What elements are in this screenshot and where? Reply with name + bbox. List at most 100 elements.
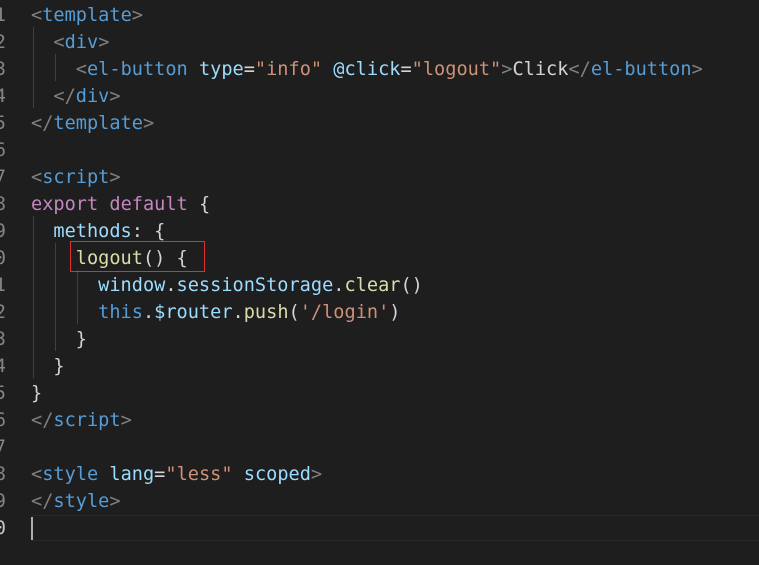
line-number: 0 xyxy=(0,518,6,539)
code-token: () xyxy=(400,275,423,296)
code-text[interactable]: <style lang="less" scoped> xyxy=(31,461,322,488)
code-text[interactable]: <el-button type="info" @click="logout">C… xyxy=(31,56,703,83)
code-line[interactable]: 9 </style> xyxy=(0,488,759,515)
code-token: type xyxy=(198,59,244,80)
code-token: style xyxy=(53,491,110,512)
line-number: 4 xyxy=(0,356,6,377)
code-text[interactable]: </template> xyxy=(31,110,154,137)
code-token: = xyxy=(400,59,412,80)
code-line[interactable]: 6 xyxy=(0,137,759,164)
code-token: </ xyxy=(53,86,76,107)
line-number: 9 xyxy=(0,221,6,242)
code-token: > xyxy=(109,491,121,512)
line-number: 9 xyxy=(0,491,6,512)
code-token: . xyxy=(142,302,155,323)
code-token: el-button xyxy=(86,59,188,80)
code-token: : { xyxy=(131,221,166,242)
code-token: clear xyxy=(344,275,401,296)
code-token: Click xyxy=(512,59,569,80)
code-token: script xyxy=(53,410,121,431)
code-line[interactable]: 2 <div> xyxy=(0,29,759,56)
code-text[interactable]: } xyxy=(31,326,87,353)
code-token: < xyxy=(31,464,43,485)
code-token: ) xyxy=(389,302,401,323)
code-token: sessionStorage xyxy=(176,275,334,296)
code-token: lang xyxy=(109,464,155,485)
code-token: div xyxy=(64,32,99,53)
code-token: > xyxy=(142,113,155,134)
line-number: 3 xyxy=(0,329,6,350)
code-token: export xyxy=(31,194,99,215)
code-line[interactable]: 4 </div> xyxy=(0,83,759,110)
code-token: < xyxy=(31,5,43,26)
code-text[interactable]: </style> xyxy=(31,488,121,515)
code-line[interactable]: 7 xyxy=(0,434,759,461)
code-text[interactable]: export default { xyxy=(31,191,210,218)
code-token: } xyxy=(31,356,65,377)
line-number: 6 xyxy=(0,410,6,431)
text-cursor xyxy=(31,517,33,540)
line-number: 1 xyxy=(0,275,6,296)
code-text[interactable]: } xyxy=(31,380,42,407)
line-number: 5 xyxy=(0,113,6,134)
code-line[interactable]: 5 </template> xyxy=(0,110,759,137)
code-token: } xyxy=(31,383,43,404)
code-line[interactable]: 3 <el-button type="info" @click="logout"… xyxy=(0,56,759,83)
line-number: 2 xyxy=(0,302,6,323)
line-number: 7 xyxy=(0,167,6,188)
code-text[interactable]: <script> xyxy=(31,164,121,191)
code-line[interactable]: 8 export default { xyxy=(0,191,759,218)
code-text[interactable]: this.$router.push('/login') xyxy=(31,299,400,326)
code-token: div xyxy=(75,86,110,107)
code-token: template xyxy=(53,113,143,134)
code-text[interactable]: </script> xyxy=(31,407,132,434)
code-line[interactable]: 6 </script> xyxy=(0,407,759,434)
code-token: > xyxy=(109,167,121,188)
code-token: </ xyxy=(568,59,591,80)
code-line[interactable]: 8 <style lang="less" scoped> xyxy=(0,461,759,488)
code-line[interactable]: 1 <template> xyxy=(0,2,759,29)
code-line[interactable]: 1 window.sessionStorage.clear() xyxy=(0,272,759,299)
code-line[interactable]: 0 xyxy=(0,515,759,542)
code-token: > xyxy=(691,59,703,80)
line-number: 7 xyxy=(0,437,6,458)
code-token: . xyxy=(232,302,244,323)
code-token: = xyxy=(243,59,255,80)
code-token: scoped xyxy=(243,464,311,485)
code-text[interactable]: </div> xyxy=(31,83,121,110)
code-token: > xyxy=(310,464,323,485)
code-token: < xyxy=(53,32,65,53)
code-text[interactable]: } xyxy=(31,353,65,380)
code-text[interactable]: window.sessionStorage.clear() xyxy=(31,272,423,299)
code-text[interactable]: <template> xyxy=(31,2,143,29)
code-token: } xyxy=(31,329,87,350)
code-line[interactable]: 4 } xyxy=(0,353,759,380)
code-line[interactable]: 7 <script> xyxy=(0,164,759,191)
code-editor[interactable]: 1 <template> 2 <div> 3 <el-button type="inf… xyxy=(0,0,759,565)
code-token: > xyxy=(109,86,121,107)
code-token: . xyxy=(333,275,345,296)
code-token: "less" xyxy=(165,464,233,485)
code-text[interactable]: <div> xyxy=(31,29,109,56)
code-token: </ xyxy=(31,491,54,512)
code-line[interactable]: 2 this.$router.push('/login') xyxy=(0,299,759,326)
code-token: '/login' xyxy=(299,302,390,323)
code-token: "logout" xyxy=(411,59,502,80)
code-line[interactable]: 5} xyxy=(0,380,759,407)
code-token: el-button xyxy=(590,59,692,80)
code-line[interactable]: 3 } xyxy=(0,326,759,353)
code-token: </ xyxy=(31,113,54,134)
code-token: @click xyxy=(333,59,401,80)
line-number: 8 xyxy=(0,194,6,215)
code-token: { xyxy=(187,194,211,215)
logout-method-highlight-box xyxy=(70,241,205,272)
line-number: 5 xyxy=(0,383,6,404)
code-token: window xyxy=(98,275,166,296)
